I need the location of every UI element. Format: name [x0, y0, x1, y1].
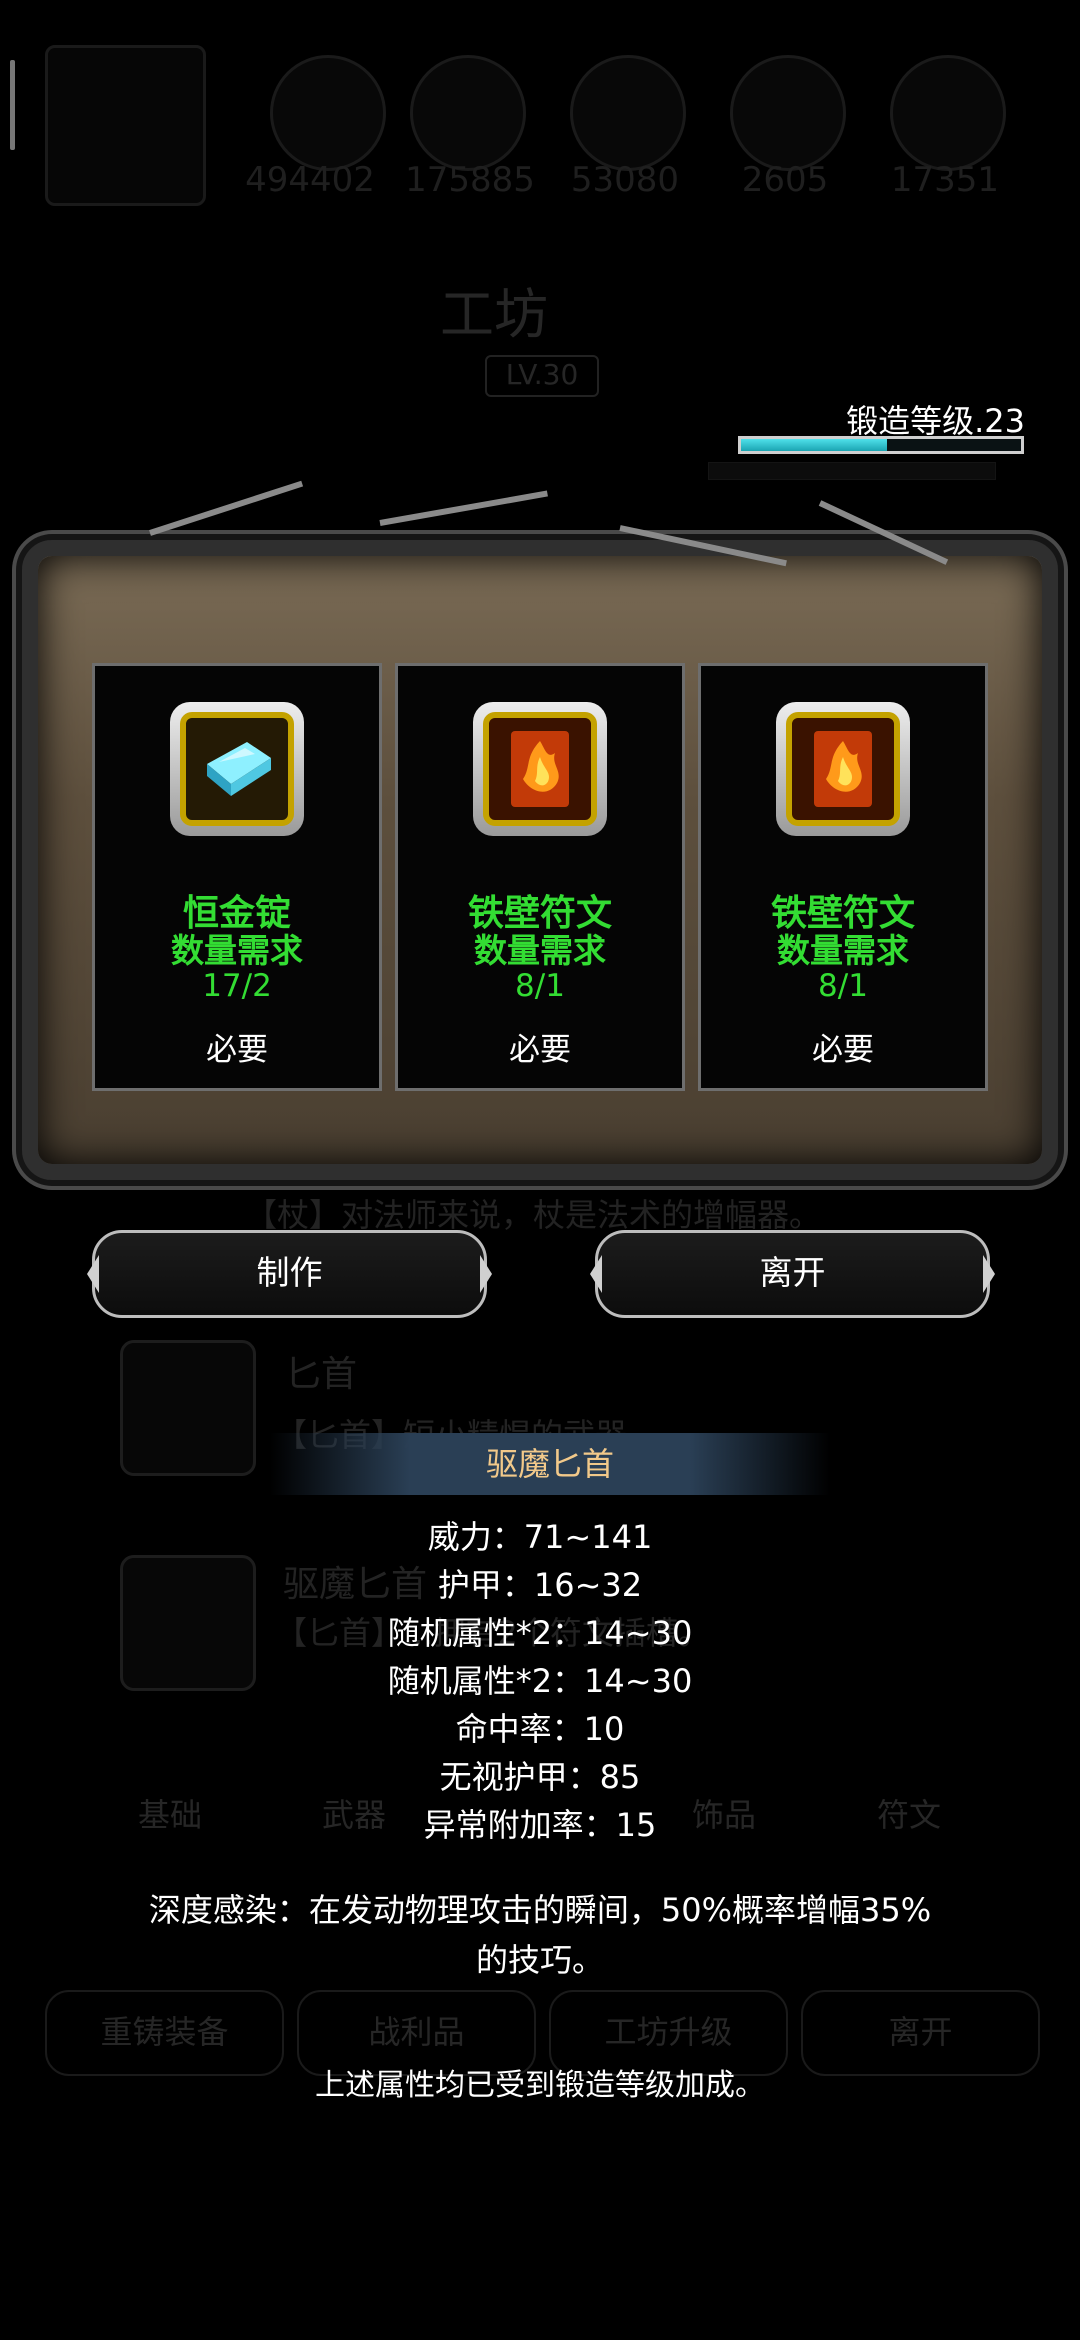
- stat-line: 护甲：16~32: [437, 1566, 643, 1604]
- stat-icon: [410, 55, 526, 171]
- forge-progress-shadow: [708, 462, 996, 480]
- avatar-frame: [45, 45, 206, 206]
- forge-bonus-note: 上述属性均已受到锻造等级加成。: [315, 2068, 765, 2103]
- stat-line: 随机属性*2：14~30: [387, 1662, 693, 1700]
- stat-value: 53080: [570, 160, 680, 200]
- stat-icon: [570, 55, 686, 171]
- stat-icon: [730, 55, 846, 171]
- required-label: 必要: [509, 1032, 571, 1068]
- stat-value: 494402: [245, 160, 375, 200]
- leave-button[interactable]: 离开: [595, 1230, 990, 1318]
- tooltip-title: 驱魔匕首: [270, 1433, 830, 1495]
- frame-spike: [379, 490, 548, 526]
- material-slot[interactable]: 铁壁符文 数量需求 8/1 必要: [395, 663, 685, 1091]
- stat-line: 无视护甲：85: [439, 1758, 641, 1796]
- quantity-value: 8/1: [515, 968, 565, 1004]
- quantity-value: 8/1: [818, 968, 868, 1004]
- workshop-level: LV.30: [485, 355, 599, 397]
- rune-icon: [776, 702, 910, 836]
- required-label: 必要: [206, 1032, 268, 1068]
- stat-line: 威力：71~141: [427, 1518, 653, 1556]
- quantity-label: 数量需求: [777, 931, 909, 970]
- quantity-label: 数量需求: [171, 931, 303, 970]
- dagger-title: 匕首: [285, 1354, 358, 1395]
- required-label: 必要: [812, 1032, 874, 1068]
- forge-progress-fill: [741, 439, 887, 451]
- stat-value: 175885: [405, 160, 535, 200]
- frame-spike: [149, 480, 304, 536]
- stat-line: 命中率：10: [455, 1710, 625, 1748]
- quantity-value: 17/2: [202, 968, 272, 1004]
- forge-progress-bar: [738, 436, 1024, 454]
- material-slot[interactable]: 铁壁符文 数量需求 8/1 必要: [698, 663, 988, 1091]
- material-slot[interactable]: 恒金锭 数量需求 17/2 必要: [92, 663, 382, 1091]
- workshop-title: 工坊: [440, 283, 548, 346]
- stat-value: 17351: [890, 160, 1000, 200]
- dagger-icon: [120, 1340, 256, 1476]
- stat-line: 异常附加率：15: [423, 1806, 657, 1844]
- stat-value: 2605: [741, 160, 829, 200]
- scroll-indicator: [10, 60, 15, 150]
- effect-description: 深度感染：在发动物理攻击的瞬间，50%概率增幅35%的技巧。: [148, 1891, 932, 1979]
- stat-line: 随机属性*2：14~30: [387, 1614, 693, 1652]
- rune-icon: [473, 702, 607, 836]
- stat-icon: [270, 55, 386, 171]
- quantity-label: 数量需求: [474, 931, 606, 970]
- stat-icon: [890, 55, 1006, 171]
- ingot-icon: [170, 702, 304, 836]
- craft-button[interactable]: 制作: [92, 1230, 487, 1318]
